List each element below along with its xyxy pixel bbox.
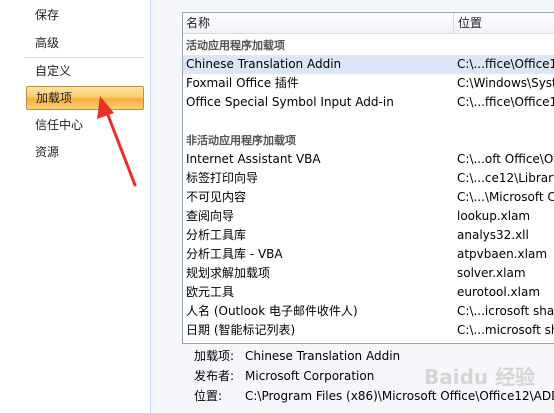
red-arrow-annotation xyxy=(97,96,137,187)
arrow-head xyxy=(97,96,114,119)
arrow-shaft xyxy=(104,108,137,187)
